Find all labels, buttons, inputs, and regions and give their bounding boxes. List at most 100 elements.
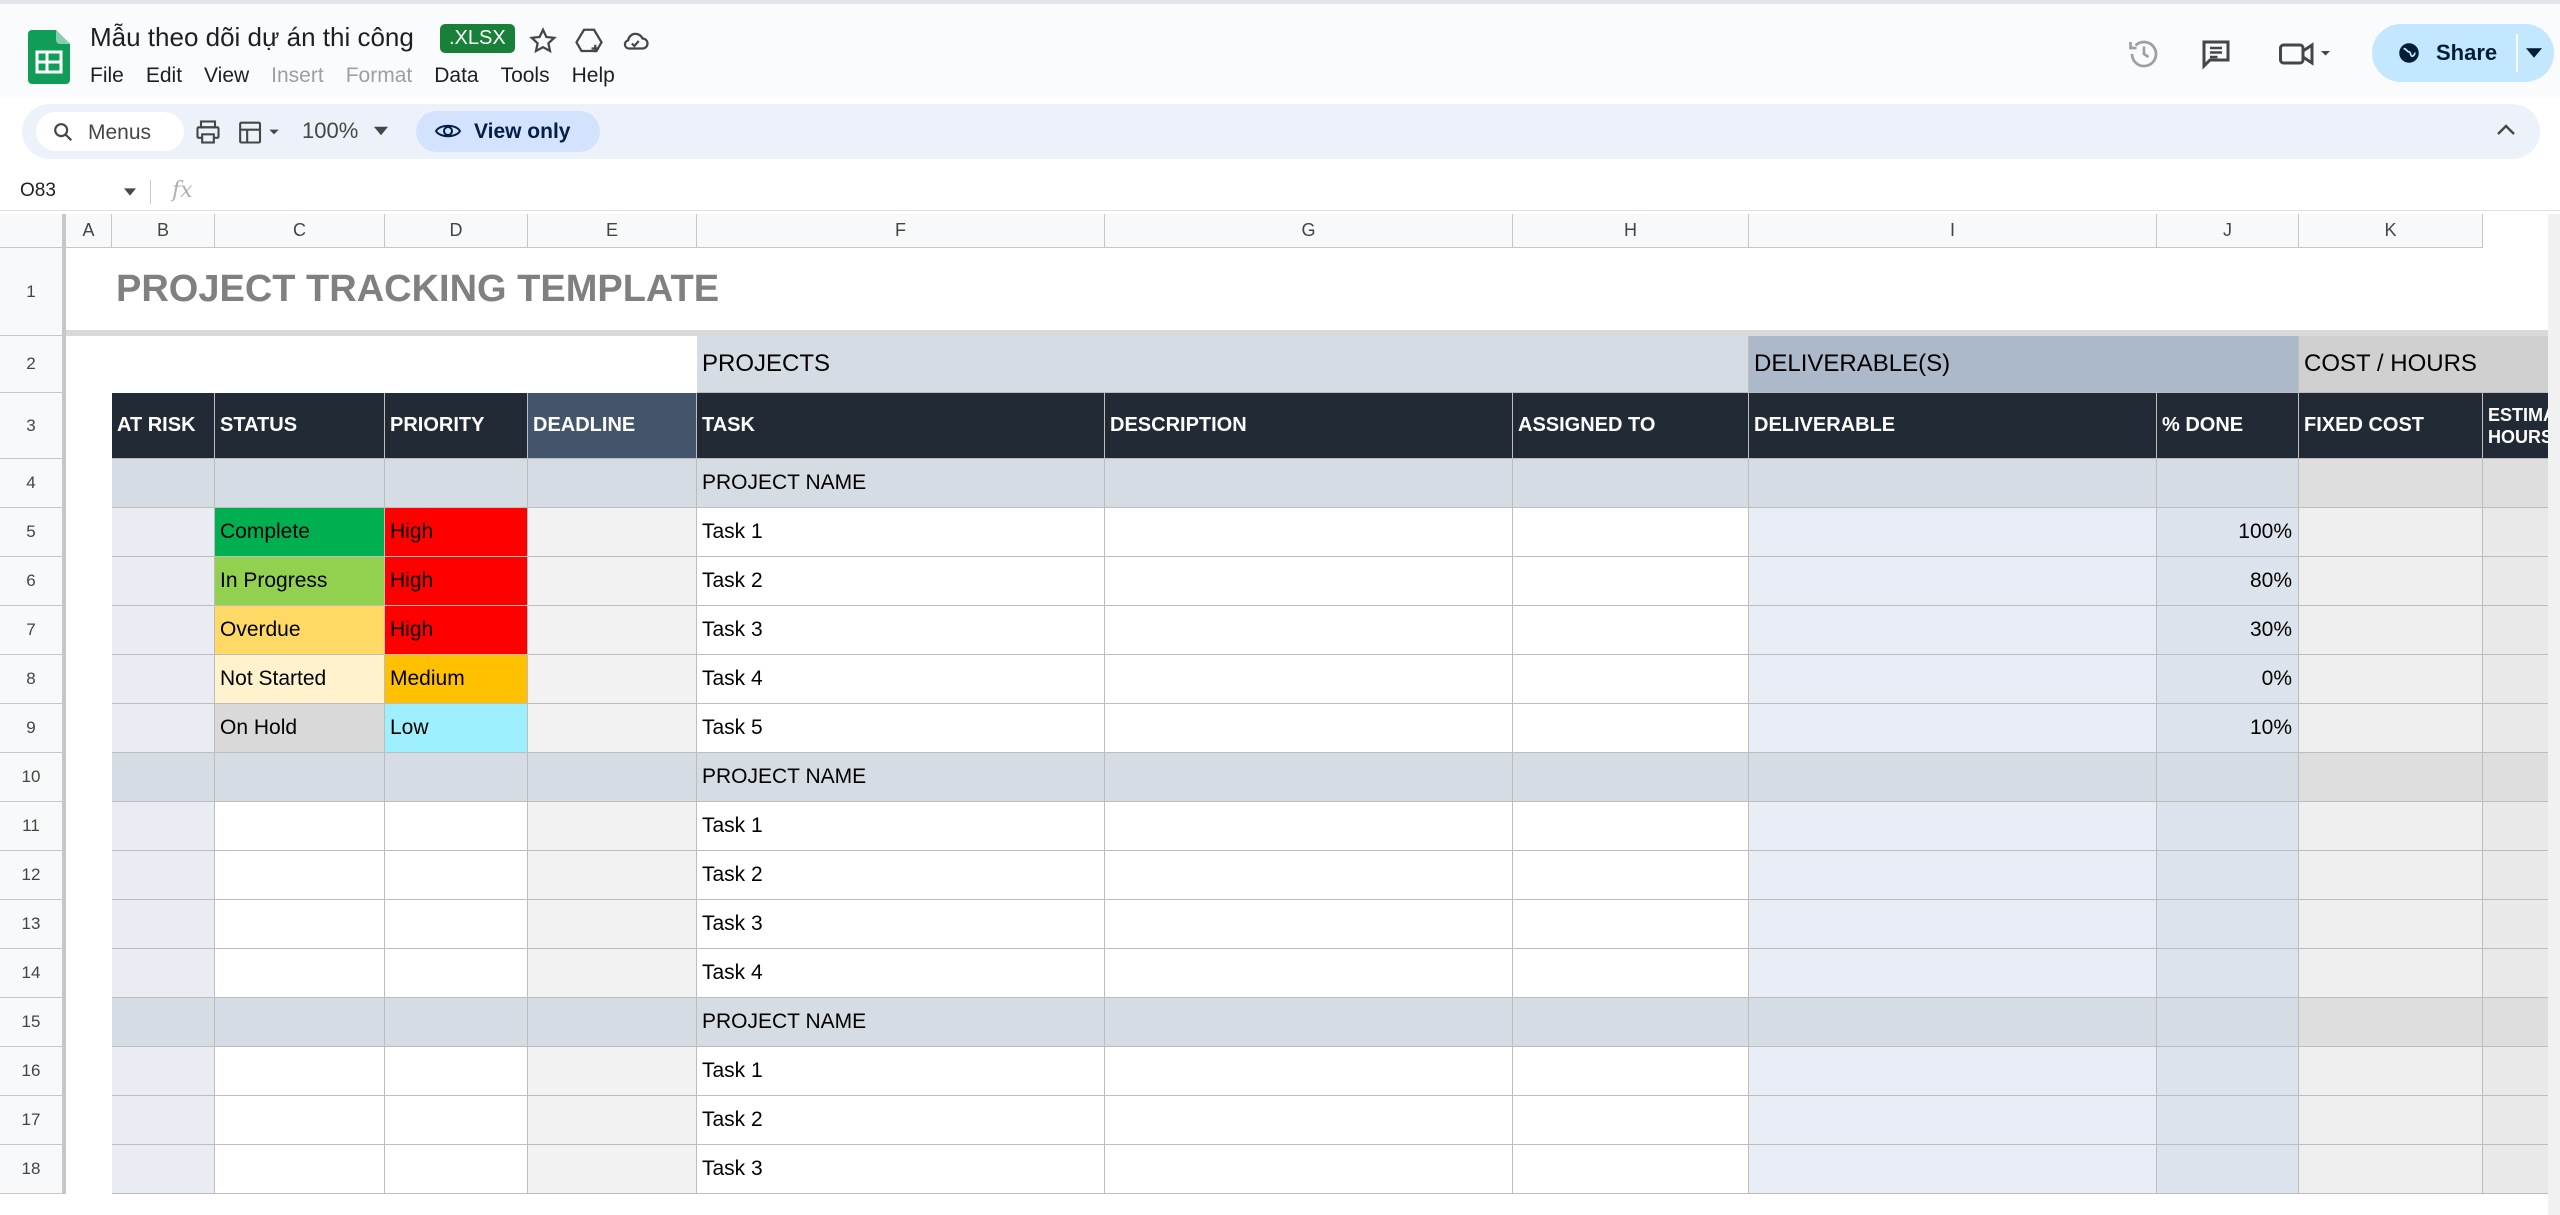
- column-header-d[interactable]: D: [385, 214, 528, 248]
- status-cell[interactable]: In Progress: [215, 557, 385, 606]
- description-cell[interactable]: [1105, 704, 1513, 753]
- header-task[interactable]: TASK: [697, 393, 1105, 459]
- row-header-17[interactable]: 17: [0, 1096, 66, 1145]
- deliverable-cell[interactable]: [1749, 508, 2157, 557]
- status-cell[interactable]: [215, 802, 385, 851]
- deadline-cell[interactable]: [528, 753, 697, 802]
- at-risk-cell[interactable]: [112, 557, 215, 606]
- header-deadline[interactable]: DEADLINE: [528, 393, 697, 459]
- menu-view[interactable]: View: [204, 64, 249, 88]
- task-cell[interactable]: Task 2: [697, 1096, 1105, 1145]
- status-cell[interactable]: [215, 753, 385, 802]
- column-header-c[interactable]: C: [215, 214, 385, 248]
- status-cell[interactable]: On Hold: [215, 704, 385, 753]
- at-risk-cell[interactable]: [112, 802, 215, 851]
- description-cell[interactable]: [1105, 1145, 1513, 1194]
- view-only-button[interactable]: View only: [416, 111, 600, 152]
- description-cell[interactable]: [1105, 508, 1513, 557]
- status-cell[interactable]: Not Started: [215, 655, 385, 704]
- fixed-cost-cell[interactable]: [2299, 655, 2483, 704]
- name-box[interactable]: O83: [20, 180, 56, 202]
- priority-cell[interactable]: [385, 802, 528, 851]
- at-risk-cell[interactable]: [112, 1096, 215, 1145]
- at-risk-cell[interactable]: [112, 900, 215, 949]
- section-deliverables[interactable]: DELIVERABLE(S): [1749, 336, 2299, 393]
- section-projects[interactable]: PROJECTS: [697, 336, 1749, 393]
- header-assigned-to[interactable]: ASSIGNED TO: [1513, 393, 1749, 459]
- at-risk-cell[interactable]: [112, 1145, 215, 1194]
- assigned-to-cell[interactable]: [1513, 459, 1749, 508]
- comments-icon[interactable]: [2198, 36, 2234, 72]
- assigned-to-cell[interactable]: [1513, 557, 1749, 606]
- fixed-cost-cell[interactable]: [2299, 557, 2483, 606]
- assigned-to-cell[interactable]: [1513, 851, 1749, 900]
- deadline-cell[interactable]: [528, 704, 697, 753]
- name-box-dropdown-icon[interactable]: [124, 188, 136, 196]
- meet-icon[interactable]: [2276, 36, 2336, 72]
- description-cell[interactable]: [1105, 851, 1513, 900]
- fixed-cost-cell[interactable]: [2299, 704, 2483, 753]
- menu-insert[interactable]: Insert: [271, 64, 324, 88]
- pct-done-cell[interactable]: 30%: [2157, 606, 2299, 655]
- share-button[interactable]: Share: [2372, 24, 2554, 82]
- task-cell[interactable]: Task 3: [697, 606, 1105, 655]
- cell-a-9[interactable]: [66, 704, 112, 753]
- status-cell[interactable]: [215, 1096, 385, 1145]
- task-cell[interactable]: Task 4: [697, 949, 1105, 998]
- menu-format[interactable]: Format: [346, 64, 413, 88]
- row-header-15[interactable]: 15: [0, 998, 66, 1047]
- deliverable-cell[interactable]: [1749, 900, 2157, 949]
- sheets-logo-icon[interactable]: [28, 30, 70, 84]
- row-header-9[interactable]: 9: [0, 704, 66, 753]
- sheet-title-cell[interactable]: PROJECT TRACKING TEMPLATE: [66, 248, 2560, 336]
- task-cell[interactable]: Task 1: [697, 508, 1105, 557]
- document-title[interactable]: Mẫu theo dõi dự án thi công: [90, 22, 414, 53]
- pct-done-cell[interactable]: [2157, 802, 2299, 851]
- fixed-cost-cell[interactable]: [2299, 900, 2483, 949]
- pct-done-cell[interactable]: [2157, 1047, 2299, 1096]
- at-risk-cell[interactable]: [112, 606, 215, 655]
- fixed-cost-cell[interactable]: [2299, 753, 2483, 802]
- fixed-cost-cell[interactable]: [2299, 1047, 2483, 1096]
- at-risk-cell[interactable]: [112, 998, 215, 1047]
- row-header-11[interactable]: 11: [0, 802, 66, 851]
- zoom-level[interactable]: 100%: [302, 118, 358, 144]
- print-icon[interactable]: [194, 118, 222, 146]
- at-risk-cell[interactable]: [112, 851, 215, 900]
- row-header-14[interactable]: 14: [0, 949, 66, 998]
- task-cell[interactable]: Task 3: [697, 900, 1105, 949]
- row-header-1[interactable]: 1: [0, 248, 66, 336]
- assigned-to-cell[interactable]: [1513, 655, 1749, 704]
- deliverable-cell[interactable]: [1749, 1096, 2157, 1145]
- at-risk-cell[interactable]: [112, 753, 215, 802]
- cell-a-7[interactable]: [66, 606, 112, 655]
- project-name-cell[interactable]: PROJECT NAME: [697, 753, 1105, 802]
- deliverable-cell[interactable]: [1749, 753, 2157, 802]
- assigned-to-cell[interactable]: [1513, 753, 1749, 802]
- assigned-to-cell[interactable]: [1513, 998, 1749, 1047]
- task-cell[interactable]: Task 5: [697, 704, 1105, 753]
- status-cell[interactable]: [215, 459, 385, 508]
- deadline-cell[interactable]: [528, 949, 697, 998]
- column-header-b[interactable]: B: [112, 214, 215, 248]
- row-header-3[interactable]: 3: [0, 393, 66, 459]
- paint-format-icon[interactable]: [236, 118, 284, 146]
- assigned-to-cell[interactable]: [1513, 1096, 1749, 1145]
- deliverable-cell[interactable]: [1749, 557, 2157, 606]
- column-header-g[interactable]: G: [1105, 214, 1513, 248]
- cell-a-12[interactable]: [66, 851, 112, 900]
- row-header-7[interactable]: 7: [0, 606, 66, 655]
- at-risk-cell[interactable]: [112, 655, 215, 704]
- priority-cell[interactable]: Medium: [385, 655, 528, 704]
- version-history-icon[interactable]: [2126, 36, 2162, 72]
- fixed-cost-cell[interactable]: [2299, 802, 2483, 851]
- spreadsheet-grid[interactable]: A B C D E F G H I J K 1 2 3 4 5 6 7 8 9 10 11 12 13 14 15 16 17 18 PR…: [0, 214, 2560, 1215]
- menu-edit[interactable]: Edit: [146, 64, 182, 88]
- task-cell[interactable]: Task 2: [697, 851, 1105, 900]
- pct-done-cell[interactable]: [2157, 900, 2299, 949]
- status-cell[interactable]: [215, 949, 385, 998]
- assigned-to-cell[interactable]: [1513, 606, 1749, 655]
- vertical-scrollbar[interactable]: [2548, 214, 2560, 1215]
- priority-cell[interactable]: Low: [385, 704, 528, 753]
- cell-a-16[interactable]: [66, 1047, 112, 1096]
